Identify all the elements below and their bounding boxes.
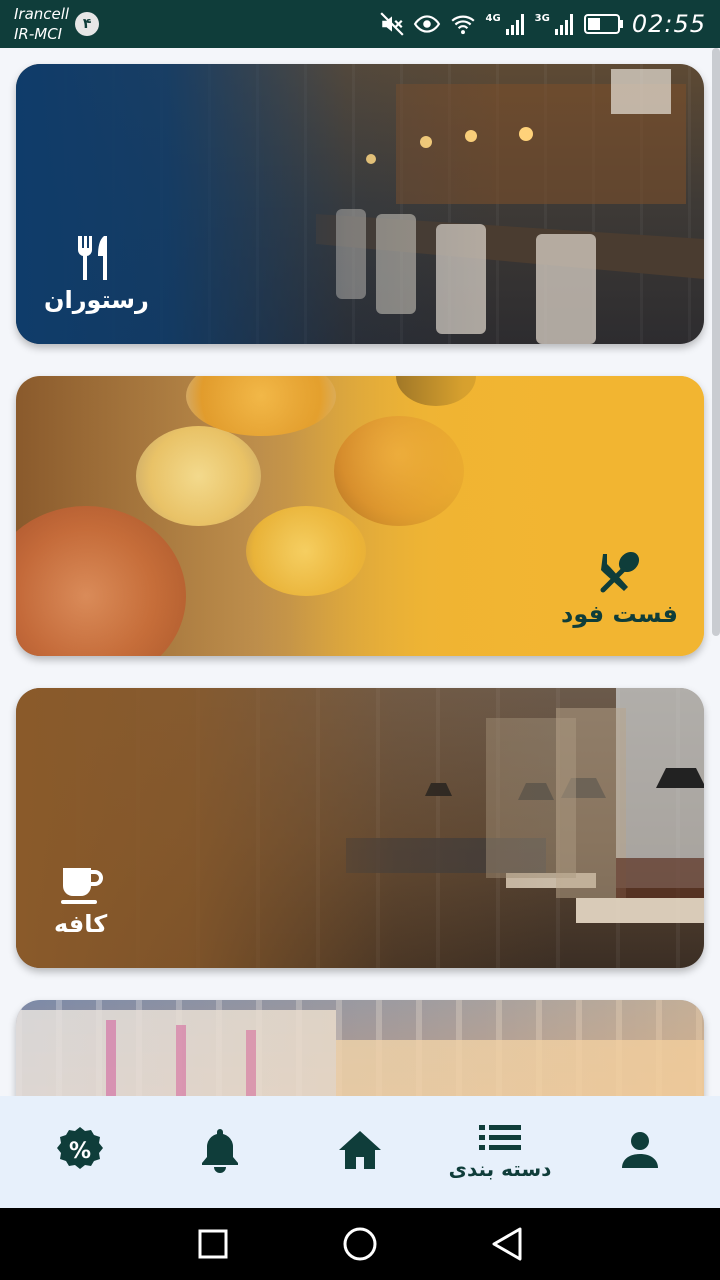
back-triangle-icon — [492, 1227, 522, 1261]
svg-text:%: % — [69, 1139, 91, 1164]
person-icon — [622, 1132, 658, 1168]
cafe-title: کافه — [54, 910, 108, 938]
nav-categories-label: دسته بندی — [448, 1157, 552, 1181]
home-system-button[interactable] — [330, 1214, 390, 1274]
network-3g-label: 3G — [534, 12, 550, 24]
nav-profile[interactable] — [575, 1096, 705, 1208]
bottom-navigation: % دسته بندی — [0, 1096, 720, 1208]
hotel-overlay — [16, 1000, 704, 1096]
crossed-utensils-icon — [600, 551, 639, 593]
percent-badge-icon: % — [57, 1127, 103, 1169]
system-navigation-bar — [0, 1208, 720, 1280]
sim-badge: ۴ — [75, 12, 100, 36]
network-4g-label: 4G — [485, 12, 501, 24]
scrollbar[interactable] — [712, 48, 720, 636]
circle-icon — [343, 1227, 377, 1261]
restaurant-label: رستوران — [44, 234, 149, 314]
carrier-name-2: IR-MCI — [14, 25, 63, 43]
nav-notifications[interactable] — [155, 1096, 285, 1208]
fastfood-label: فست فود — [561, 550, 678, 628]
cafe-overlay — [16, 688, 704, 968]
signal-4g-icon — [505, 14, 524, 35]
mute-icon — [380, 12, 405, 36]
bell-icon — [202, 1129, 238, 1173]
nav-home[interactable] — [295, 1096, 425, 1208]
category-card-cafe[interactable]: کافه — [16, 688, 704, 968]
status-icons: 4G 3G 02:55 — [379, 10, 706, 38]
restaurant-title: رستوران — [44, 286, 149, 314]
fork-knife-icon — [78, 236, 108, 280]
back-button[interactable] — [477, 1214, 537, 1274]
eye-icon — [414, 15, 441, 33]
cafe-label: کافه — [54, 864, 107, 938]
square-icon — [198, 1229, 228, 1259]
coffee-cup-icon — [60, 868, 103, 904]
carrier-info: Irancell IR-MCI ۴ — [14, 4, 100, 44]
fastfood-title: فست فود — [561, 600, 678, 628]
category-card-restaurant[interactable]: رستوران — [16, 64, 704, 344]
nav-categories[interactable]: دسته بندی — [435, 1096, 565, 1208]
battery-icon — [583, 14, 623, 34]
category-list[interactable]: رستوران فست فود کافه — [0, 48, 720, 1096]
carrier-name-1: Irancell — [14, 5, 70, 23]
category-card-fastfood[interactable]: فست فود — [16, 376, 704, 656]
wifi-icon — [451, 15, 476, 35]
status-bar: Irancell IR-MCI ۴ 4G 3G 02:55 — [0, 0, 720, 48]
recents-button[interactable] — [183, 1214, 243, 1274]
list-icon — [479, 1125, 521, 1150]
clock: 02:55 — [631, 10, 706, 38]
category-card-hotel[interactable] — [16, 1000, 704, 1096]
nav-discounts[interactable]: % — [15, 1096, 145, 1208]
signal-3g-icon — [554, 14, 573, 35]
home-icon — [339, 1131, 381, 1169]
